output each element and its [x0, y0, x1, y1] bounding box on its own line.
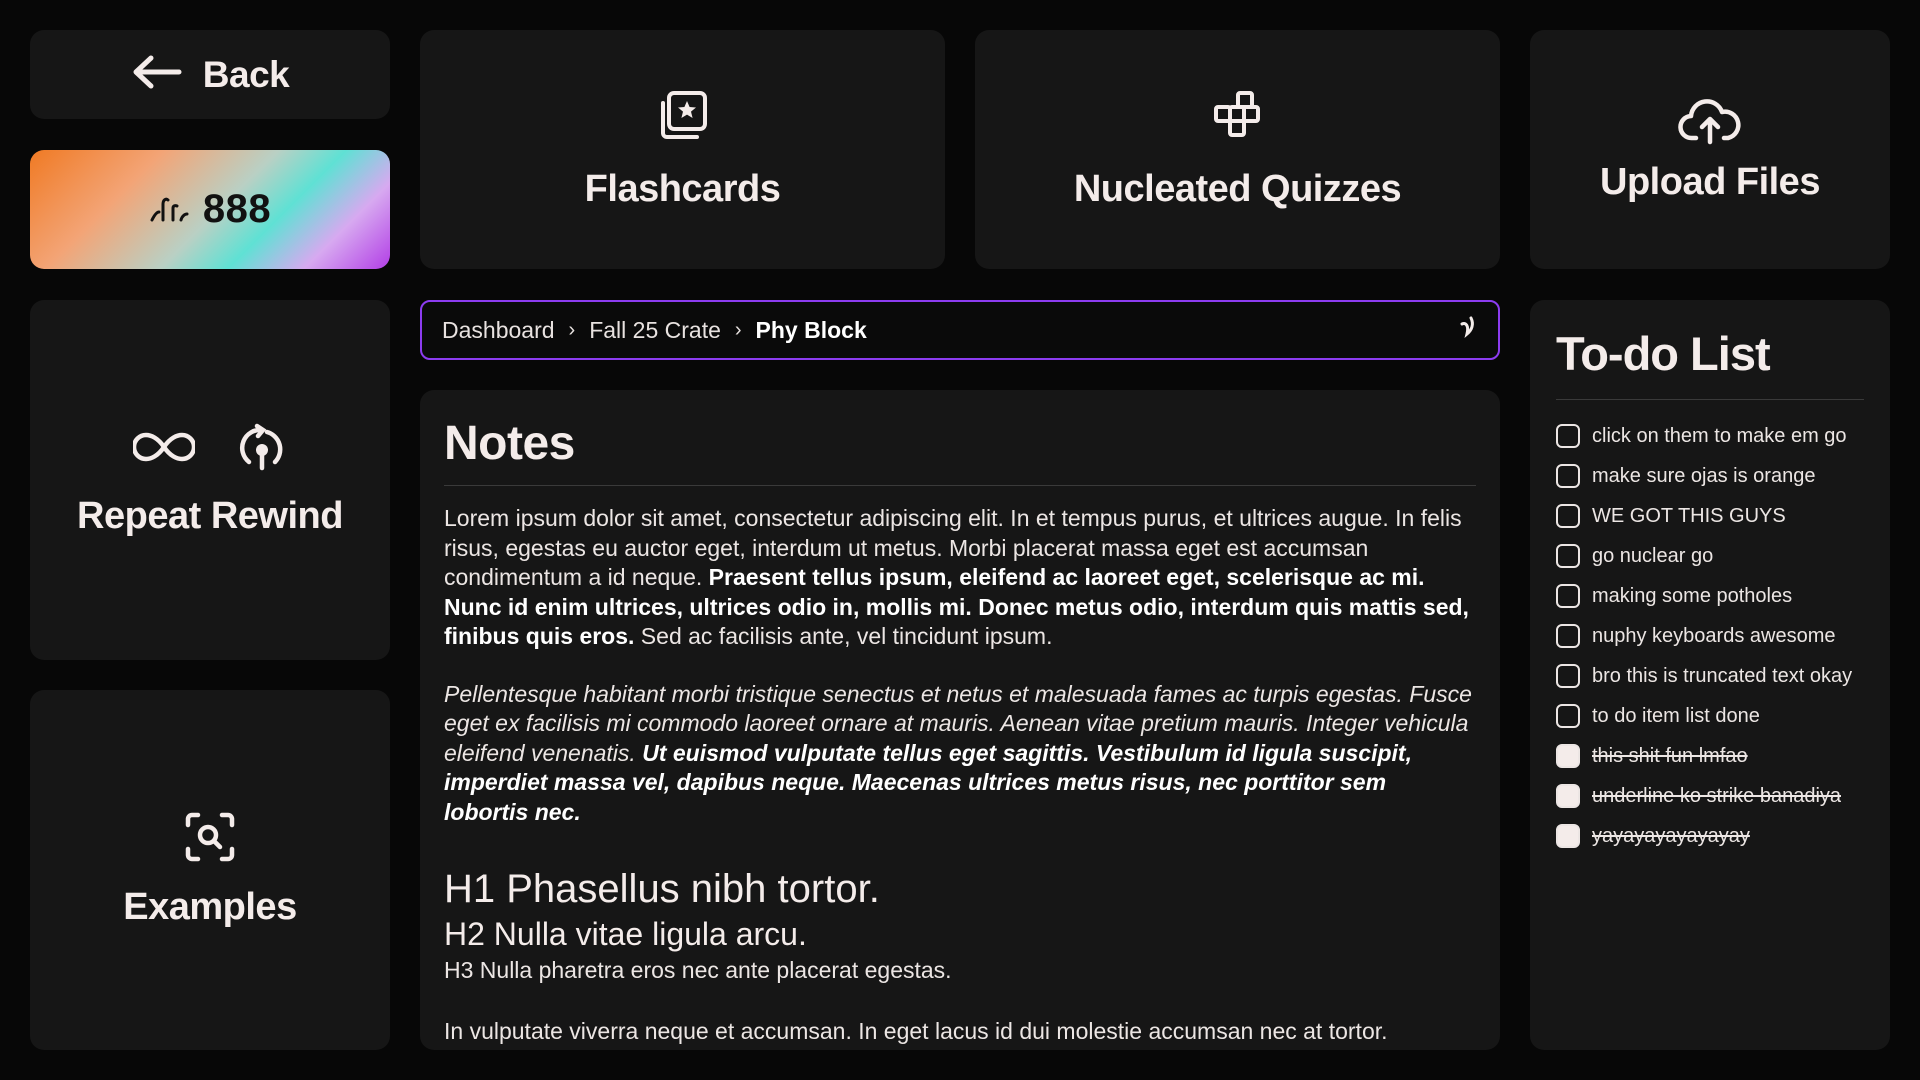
breadcrumb-current: Phy Block: [755, 316, 867, 343]
arrow-left-icon: [131, 54, 183, 95]
quizzes-tile[interactable]: Nucleated Quizzes: [975, 30, 1500, 269]
notes-text: Sed ac facilisis ante, vel tincidunt ips…: [634, 623, 1053, 649]
scan-search-icon: [184, 811, 236, 868]
rewind-icon: [237, 422, 287, 477]
notes-panel: Notes Lorem ipsum dolor sit amet, consec…: [420, 390, 1500, 1050]
breadcrumb: Dashboard › Fall 25 Crate › Phy Block: [420, 300, 1500, 360]
todo-item-label: making some potholes: [1592, 584, 1793, 607]
notes-title: Notes: [444, 416, 1476, 486]
todo-checkbox[interactable]: [1556, 424, 1580, 448]
todo-item[interactable]: underline ko strike banadiya: [1556, 776, 1864, 816]
todo-checkbox[interactable]: [1556, 664, 1580, 688]
todo-checkbox[interactable]: [1556, 624, 1580, 648]
score-card[interactable]: 888: [30, 150, 390, 269]
todo-item[interactable]: to do item list done: [1556, 696, 1864, 736]
notes-paragraph: In vulputate viverra neque et accumsan. …: [444, 1018, 1388, 1044]
infinity-icon: [131, 430, 197, 469]
todo-item-label: click on them to make em go: [1592, 424, 1847, 447]
breadcrumb-separator: ›: [568, 318, 576, 341]
notes-heading-3: H3 Nulla pharetra eros nec ante placerat…: [444, 957, 952, 983]
quizzes-title: Nucleated Quizzes: [1073, 167, 1402, 210]
blocks-icon: [1210, 89, 1266, 150]
todo-item[interactable]: this shit fun lmfao: [1556, 736, 1864, 776]
repeat-rewind-title: Repeat Rewind: [77, 495, 343, 537]
breadcrumb-separator: ›: [734, 318, 742, 341]
todo-item[interactable]: making some potholes: [1556, 576, 1864, 616]
todo-item-label: to do item list done: [1592, 704, 1760, 727]
todo-checkbox[interactable]: [1556, 744, 1580, 768]
back-label: Back: [202, 53, 290, 95]
todo-checkbox[interactable]: [1556, 504, 1580, 528]
todo-item[interactable]: go nuclear go: [1556, 536, 1864, 576]
streak-icon: [149, 192, 189, 227]
flashcards-title: Flashcards: [584, 167, 781, 210]
todo-item[interactable]: nuphy keyboards awesome: [1556, 616, 1864, 656]
notes-heading-2: H2 Nulla vitae ligula arcu.: [444, 916, 807, 952]
cloud-upload-icon: [1678, 96, 1742, 151]
notes-heading-1: H1 Phasellus nibh tortor.: [444, 867, 880, 911]
todo-item[interactable]: bro this is truncated text okay: [1556, 656, 1864, 696]
todo-checkbox[interactable]: [1556, 464, 1580, 488]
todo-checkbox[interactable]: [1556, 544, 1580, 568]
notes-paragraph: Lorem ipsum dolor sit amet, consectetur …: [444, 504, 1476, 652]
todo-checkbox[interactable]: [1556, 824, 1580, 848]
flashcard-star-icon: [655, 89, 711, 150]
notes-paragraph: Pellentesque habitant morbi tristique se…: [444, 680, 1476, 828]
examples-tile[interactable]: Examples: [30, 690, 390, 1050]
upload-files-title: Upload Files: [1600, 160, 1820, 203]
back-button[interactable]: Back: [30, 30, 390, 119]
todo-item-label: this shit fun lmfao: [1592, 744, 1748, 767]
todo-item[interactable]: WE GOT THIS GUYS: [1556, 496, 1864, 536]
todo-panel: To-do List click on them to make em go ma…: [1530, 300, 1890, 1050]
breadcrumb-item-crate[interactable]: Fall 25 Crate: [589, 317, 721, 344]
todo-list: click on them to make em go make sure oja…: [1556, 416, 1864, 856]
upload-files-tile[interactable]: Upload Files: [1530, 30, 1890, 269]
score-value: 888: [202, 187, 272, 231]
flashcards-tile[interactable]: Flashcards: [420, 30, 945, 269]
todo-item-label: underline ko strike banadiya: [1592, 784, 1842, 807]
spinner-icon: [1456, 314, 1478, 346]
todo-item-label: nuphy keyboards awesome: [1592, 624, 1836, 647]
todo-item-label: make sure ojas is orange: [1592, 464, 1816, 487]
breadcrumb-item-dashboard[interactable]: Dashboard: [442, 317, 555, 344]
todo-item-label: yayayayayayayay: [1592, 824, 1750, 847]
todo-checkbox[interactable]: [1556, 784, 1580, 808]
todo-item-label: go nuclear go: [1592, 544, 1714, 567]
todo-item-label: WE GOT THIS GUYS: [1592, 504, 1786, 527]
todo-checkbox[interactable]: [1556, 584, 1580, 608]
repeat-rewind-tile[interactable]: Repeat Rewind: [30, 300, 390, 660]
todo-item[interactable]: make sure ojas is orange: [1556, 456, 1864, 496]
todo-checkbox[interactable]: [1556, 704, 1580, 728]
todo-item-label: bro this is truncated text okay: [1592, 664, 1853, 687]
todo-item[interactable]: yayayayayayayay: [1556, 816, 1864, 856]
todo-item[interactable]: click on them to make em go: [1556, 416, 1864, 456]
examples-title: Examples: [123, 886, 297, 928]
todo-title: To-do List: [1556, 326, 1864, 400]
